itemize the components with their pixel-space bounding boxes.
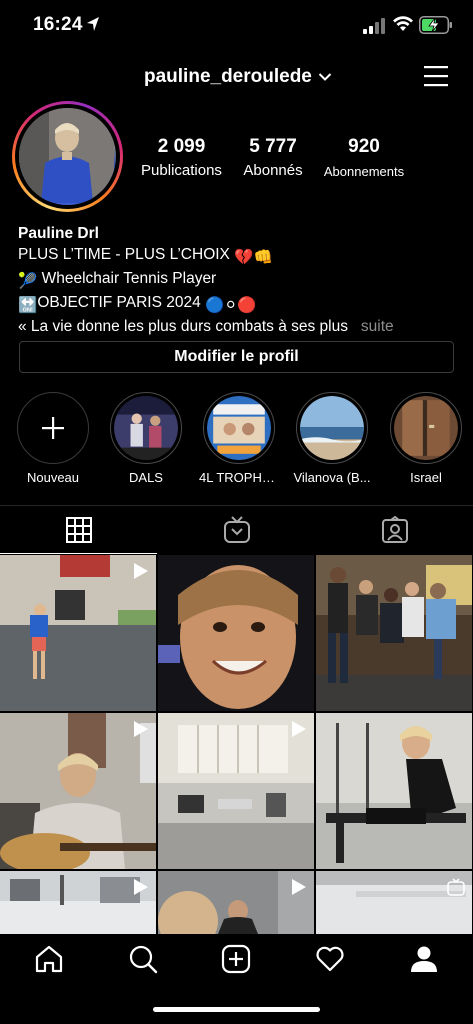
bio: Pauline Drl PLUS L’TIME - PLUS L’CHOIX 💔… [18, 223, 458, 337]
bio-line-1-text: PLUS L’TIME - PLUS L’CHOIX [18, 246, 235, 263]
home-indicator[interactable] [153, 1007, 320, 1012]
grid-icon [65, 516, 92, 543]
tagged-icon [381, 516, 408, 543]
stat-publications[interactable]: 2 099 Publications [135, 136, 228, 179]
header-username: pauline_deroulede [144, 66, 312, 87]
publications-label: Publications [141, 162, 222, 179]
broken-heart-fist-emoji: 💔👊 [234, 249, 273, 266]
on-arrow-emoji: 🔛 [18, 297, 38, 314]
post-thumbnail[interactable] [158, 871, 314, 934]
post-thumbnail[interactable] [316, 555, 472, 711]
bio-line-2-text: Wheelchair Tennis Player [37, 270, 217, 287]
search-icon[interactable] [128, 944, 158, 974]
followers-count: 5 777 [249, 136, 297, 157]
post-thumbnail[interactable] [158, 555, 314, 711]
status-bar: 16:24 [0, 0, 473, 52]
avatar-photo [19, 108, 116, 205]
highlight-israel[interactable]: Israel [386, 392, 466, 485]
video-icon [134, 879, 148, 895]
highlight-new[interactable]: Nouveau [13, 392, 93, 485]
location-arrow-icon [87, 17, 99, 31]
tennis-ball-emoji: 🎾 [18, 273, 38, 290]
plus-icon [42, 417, 64, 439]
edit-profile-button[interactable]: Modifier le profil [19, 341, 454, 373]
following-label: Abonnements [323, 164, 405, 179]
post-thumbnail[interactable] [0, 871, 156, 934]
tab-grid[interactable] [0, 506, 157, 554]
stat-followers[interactable]: 5 777 Abonnés [232, 136, 314, 179]
post-thumbnail[interactable] [158, 713, 314, 869]
highlight-vilanova[interactable]: Vilanova (B... [292, 392, 372, 485]
highlight-israel-cover [394, 396, 458, 460]
post-thumbnail[interactable] [316, 713, 472, 869]
french-flag-circles-emoji: 🔵⚪🔴 [205, 297, 257, 314]
profile-avatar[interactable] [12, 101, 123, 212]
highlight-vilanova-cover [300, 396, 364, 460]
igtv-icon [223, 516, 250, 543]
tab-igtv[interactable] [158, 506, 315, 554]
account-switcher[interactable]: pauline_deroulede [144, 64, 332, 90]
video-icon [134, 563, 148, 579]
heart-icon[interactable] [315, 944, 345, 974]
stat-following[interactable]: 920 Abonnements [320, 136, 408, 179]
status-time: 16:24 [33, 14, 83, 35]
highlight-4l-trophy[interactable]: 4L TROPHY... [199, 392, 279, 485]
post-thumbnail[interactable] [316, 871, 472, 934]
highlight-4l-trophy-cover [207, 396, 271, 460]
tab-tagged[interactable] [316, 506, 473, 554]
wifi-icon [393, 16, 413, 31]
bio-line-4: « La vie donne les plus durs combats à s… [18, 316, 458, 337]
video-icon [292, 721, 306, 737]
publications-count: 2 099 [157, 136, 206, 157]
menu-icon[interactable] [423, 64, 449, 88]
highlight-label: DALS [129, 470, 163, 485]
igtv-post-icon [447, 878, 465, 896]
highlight-label: Vilanova (B... [293, 470, 371, 485]
cellular-signal-icon [363, 18, 385, 34]
following-count: 920 [348, 136, 380, 157]
highlight-label: 4L TROPHY... [199, 470, 279, 485]
bio-line-2: 🎾 Wheelchair Tennis Player [18, 268, 458, 292]
video-icon [134, 721, 148, 737]
post-thumbnail[interactable] [0, 555, 156, 711]
followers-label: Abonnés [243, 162, 303, 179]
profile-tabs [0, 505, 473, 554]
highlight-dals-cover [114, 396, 178, 460]
profile-icon[interactable] [409, 944, 439, 974]
highlight-label: Nouveau [26, 470, 80, 485]
profile-name: Pauline Drl [18, 225, 99, 242]
bio-line-3-text: OBJECTIF PARIS 2024 [37, 294, 205, 311]
bio-line-4-text: « La vie donne les plus durs combats à s… [18, 318, 348, 335]
bio-more-link[interactable]: suite [361, 318, 394, 335]
home-icon[interactable] [34, 944, 64, 974]
video-icon [292, 879, 306, 895]
highlight-label: Israel [410, 470, 442, 485]
new-post-icon[interactable] [221, 944, 251, 974]
bio-line-1: PLUS L’TIME - PLUS L’CHOIX 💔👊 [18, 244, 458, 268]
bio-line-3: 🔛OBJECTIF PARIS 2024 🔵⚪🔴 [18, 292, 458, 316]
post-thumbnail[interactable] [0, 713, 156, 869]
highlight-dals[interactable]: DALS [106, 392, 186, 485]
chevron-down-icon [318, 73, 332, 81]
battery-charging-icon [419, 16, 452, 34]
new-highlight-circle [17, 392, 89, 464]
